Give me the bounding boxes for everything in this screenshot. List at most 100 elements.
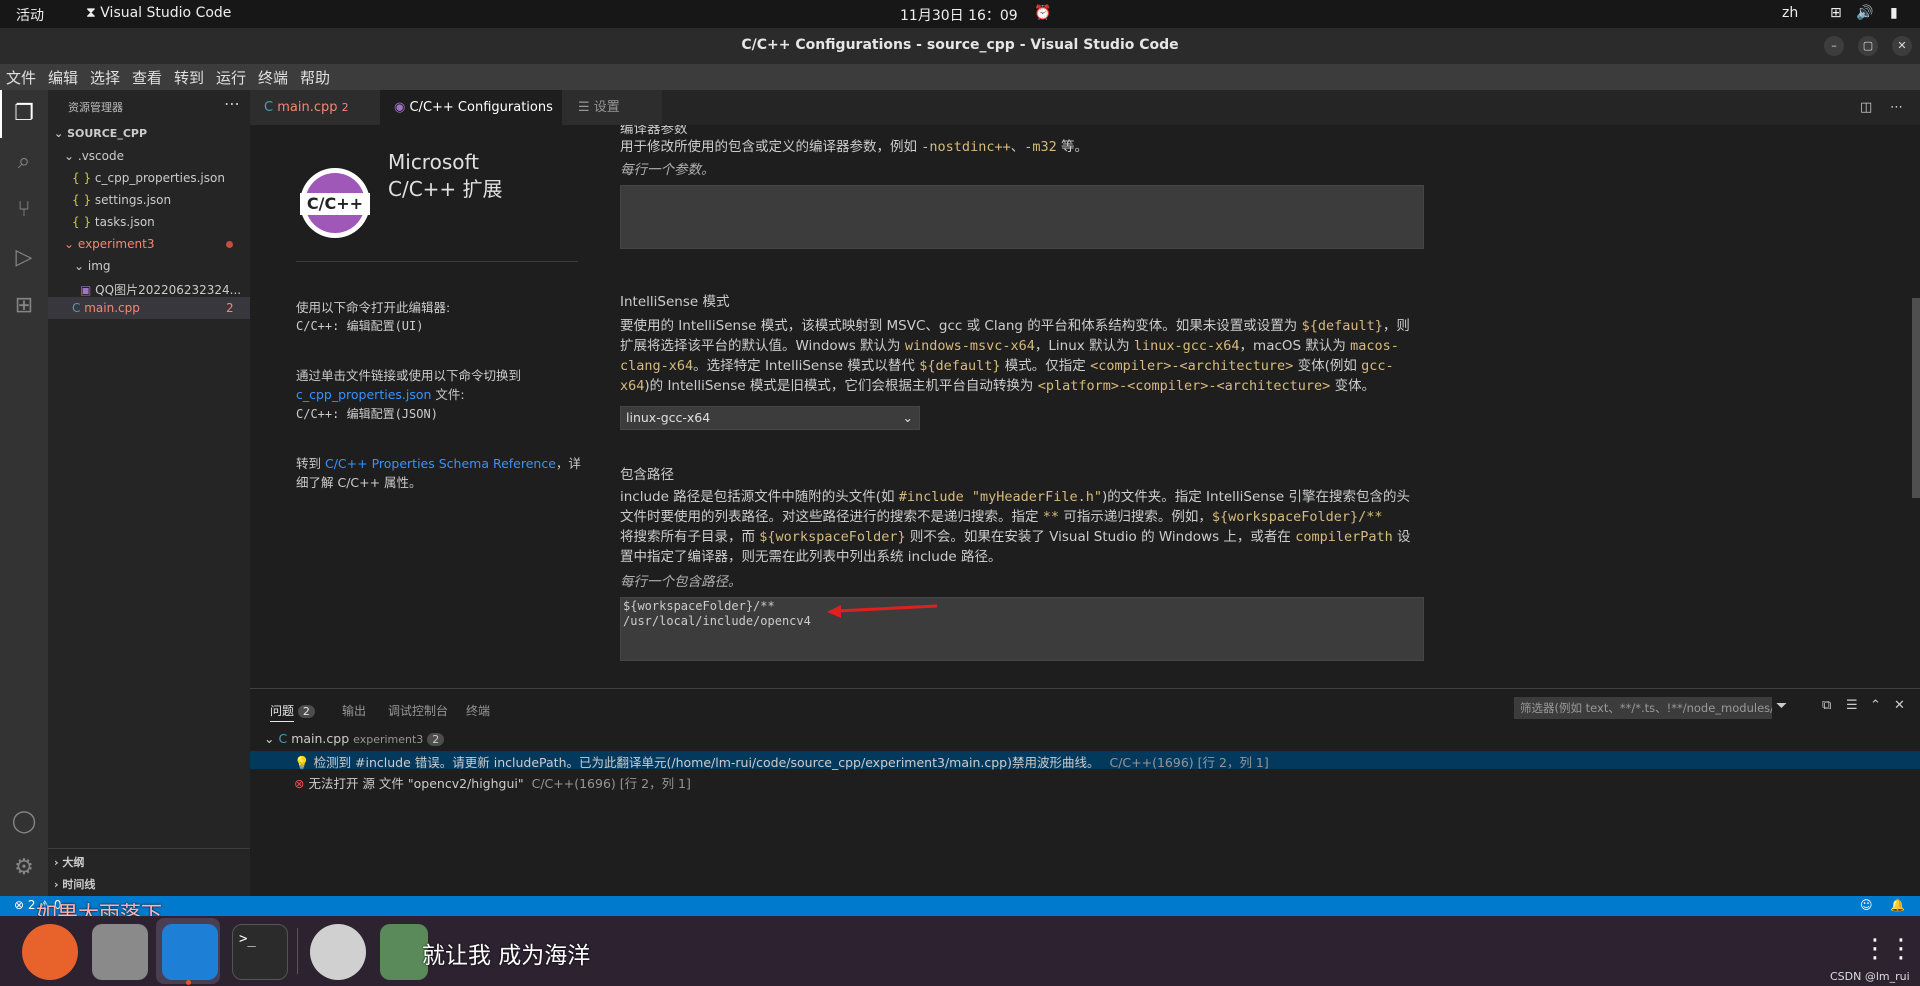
chevron-down-icon: ⌄ bbox=[902, 410, 913, 425]
maximize-button[interactable]: ▢ bbox=[1858, 36, 1878, 56]
menu-go[interactable]: 转到 bbox=[174, 67, 204, 88]
gear-icon[interactable]: ⚙ bbox=[10, 854, 38, 882]
intellisense-mode-select[interactable]: linux-gcc-x64 ⌄ bbox=[620, 406, 920, 430]
extension-icon: ◉ bbox=[394, 100, 406, 115]
volume-icon[interactable]: 🔊 bbox=[1856, 5, 1873, 21]
folder-img[interactable]: ⌄ img bbox=[74, 259, 111, 273]
tab-settings[interactable]: ☰ 设置 bbox=[562, 90, 662, 125]
intellisense-heading: IntelliSense 模式 bbox=[620, 294, 730, 310]
menu-help[interactable]: 帮助 bbox=[300, 67, 330, 88]
tab-main-cpp[interactable]: C main.cpp 2 bbox=[250, 90, 380, 125]
error-dot bbox=[226, 241, 233, 248]
editor-scrollbar[interactable] bbox=[1912, 298, 1920, 498]
split-editor-icon[interactable]: ◫ bbox=[1860, 90, 1872, 125]
battery-icon[interactable]: ▮ bbox=[1890, 5, 1898, 21]
extensions-icon[interactable]: ⊞ bbox=[10, 292, 38, 320]
window-title: C/C++ Configurations - source_cpp - Visu… bbox=[741, 37, 1179, 53]
run-debug-icon[interactable]: ▷ bbox=[10, 244, 38, 272]
command-json: C/C++: 编辑配置(JSON) bbox=[296, 407, 438, 421]
close-window-button[interactable]: ✕ bbox=[1892, 36, 1912, 56]
folder-vscode[interactable]: ⌄ .vscode bbox=[64, 149, 124, 163]
tab-problems[interactable]: 问题 2 bbox=[270, 702, 315, 719]
json-icon: { } bbox=[72, 193, 92, 207]
view-as-list-icon[interactable]: ☰ bbox=[1846, 698, 1858, 713]
timeline-section[interactable]: › 时间线 bbox=[54, 876, 95, 892]
compiler-args-textarea[interactable] bbox=[620, 185, 1424, 249]
file-main-cpp[interactable]: C main.cpp bbox=[72, 301, 140, 315]
settings-list-icon: ☰ bbox=[578, 100, 590, 115]
json-icon: { } bbox=[72, 215, 92, 229]
menu-run[interactable]: 运行 bbox=[216, 67, 246, 88]
watermark: CSDN @lm_rui bbox=[1830, 970, 1910, 983]
dock-separator bbox=[297, 928, 298, 974]
tab-terminal[interactable]: 终端 bbox=[466, 702, 490, 719]
include-path-heading: 包含路径 bbox=[620, 467, 674, 483]
include-path-line-2: /usr/local/include/opencv4 bbox=[623, 614, 811, 628]
explorer-icon[interactable]: ❐ bbox=[10, 100, 38, 128]
alarm-icon: ⏰ bbox=[1034, 5, 1052, 21]
system-top-bar: 活动 ⧗ Visual Studio Code 11月30日 16：09 ⏰ z… bbox=[0, 0, 1920, 28]
intellisense-desc-1: 要使用的 IntelliSense 模式，该模式映射到 MSVC、gcc 或 C… bbox=[620, 318, 1410, 334]
focused-app-menu[interactable]: ⧗ Visual Studio Code bbox=[86, 5, 231, 21]
workspace-root[interactable]: ⌄ SOURCE_CPP bbox=[54, 127, 147, 140]
tab-output[interactable]: 输出 bbox=[342, 702, 366, 719]
chevron-right-icon: ⌄ bbox=[64, 149, 75, 163]
active-tab-underline bbox=[270, 721, 294, 722]
folder-experiment3[interactable]: ⌄ experiment3 bbox=[64, 237, 154, 251]
lightbulb-icon: 💡 bbox=[294, 755, 310, 770]
compiler-args-desc: 用于修改所使用的包含或定义的编译器参数，例如 -nostdinc++、-m32 … bbox=[620, 139, 1089, 155]
menu-file[interactable]: 文件 bbox=[6, 67, 36, 88]
schema-reference-link[interactable]: C/C++ Properties Schema Reference bbox=[325, 456, 556, 471]
brand-cpp-extension: C/C++ 扩展 bbox=[388, 177, 503, 201]
json-file-link[interactable]: c_cpp_properties.json bbox=[296, 387, 431, 402]
file-qq-image[interactable]: ▣ QQ图片202206232324... bbox=[80, 281, 241, 298]
problem-row-1[interactable]: 💡 检测到 #include 错误。请更新 includePath。已为此翻译单… bbox=[294, 752, 1269, 771]
window-title-bar: C/C++ Configurations - source_cpp - Visu… bbox=[0, 28, 1920, 64]
file-c-cpp-properties[interactable]: { } c_cpp_properties.json bbox=[72, 171, 225, 185]
more-actions-icon[interactable]: ⋯ bbox=[224, 94, 240, 113]
more-actions-icon[interactable]: ⋯ bbox=[1890, 90, 1903, 125]
bell-icon[interactable]: 🔔 bbox=[1890, 898, 1905, 912]
intellisense-desc-2: 扩展将选择该平台的默认值。Windows 默认为 windows-msvc-x6… bbox=[620, 338, 1399, 354]
minimize-button[interactable]: – bbox=[1824, 36, 1844, 56]
clock[interactable]: 11月30日 16：09 bbox=[900, 5, 1018, 25]
compiler-args-hint: 每行一个参数。 bbox=[620, 162, 715, 178]
source-control-icon[interactable]: ⑂ bbox=[10, 196, 38, 224]
disc-icon[interactable] bbox=[310, 924, 366, 980]
terminal-icon[interactable]: >_ bbox=[232, 924, 288, 980]
chevron-right-icon: › bbox=[54, 878, 59, 891]
tab-cpp-configurations[interactable]: ◉ C/C++ Configurations ✕ bbox=[380, 90, 572, 125]
account-icon[interactable]: ◯ bbox=[10, 808, 38, 836]
trash-icon[interactable] bbox=[380, 924, 428, 980]
menu-edit[interactable]: 编辑 bbox=[48, 67, 78, 88]
taskbar-dock: >_ 就让我 成为海洋 ⋮⋮⋮ CSDN @lm_rui bbox=[0, 916, 1920, 986]
vscode-icon[interactable] bbox=[162, 924, 218, 980]
image-file-icon: ▣ bbox=[80, 283, 92, 297]
menu-bar: 文件 编辑 选择 查看 转到 运行 终端 帮助 bbox=[0, 64, 1920, 90]
menu-selection[interactable]: 选择 bbox=[90, 67, 120, 88]
chevron-right-icon: › bbox=[54, 856, 59, 869]
file-settings-json[interactable]: { } settings.json bbox=[72, 193, 171, 207]
collapse-all-icon[interactable]: ⧉ bbox=[1822, 698, 1831, 713]
search-icon[interactable]: ⌕ bbox=[10, 148, 38, 176]
firefox-icon[interactable] bbox=[22, 924, 78, 980]
files-icon[interactable] bbox=[92, 924, 148, 980]
app-grid-icon[interactable]: ⋮⋮⋮ bbox=[1862, 934, 1920, 964]
tab-debug-console[interactable]: 调试控制台 bbox=[388, 702, 448, 719]
menu-terminal[interactable]: 终端 bbox=[258, 67, 288, 88]
activities-button[interactable]: 活动 bbox=[16, 5, 44, 25]
network-icon[interactable]: ⊞ bbox=[1830, 5, 1842, 21]
close-panel-icon[interactable]: ✕ bbox=[1894, 698, 1905, 713]
menu-view[interactable]: 查看 bbox=[132, 67, 162, 88]
include-path-textarea[interactable]: ${workspaceFolder}/** /usr/local/include… bbox=[620, 597, 1424, 661]
problem-file-row[interactable]: ⌄ C main.cpp experiment3 2 bbox=[264, 731, 445, 746]
maximize-panel-icon[interactable]: ⌃ bbox=[1870, 698, 1881, 713]
feedback-icon[interactable]: ☺ bbox=[1860, 898, 1873, 912]
problems-filter-input[interactable]: 筛选器(例如 text、**/*.ts、!**/node_modules/... bbox=[1514, 697, 1772, 719]
filter-icon[interactable]: ⏷ bbox=[1776, 698, 1787, 714]
file-tasks-json[interactable]: { } tasks.json bbox=[72, 215, 155, 229]
problem-row-2[interactable]: ⊗ 无法打开 源 文件 "opencv2/highgui" C/C++(1696… bbox=[294, 773, 691, 792]
divider bbox=[296, 261, 578, 262]
input-method[interactable]: zh bbox=[1782, 5, 1798, 21]
outline-section[interactable]: › 大纲 bbox=[54, 854, 84, 870]
